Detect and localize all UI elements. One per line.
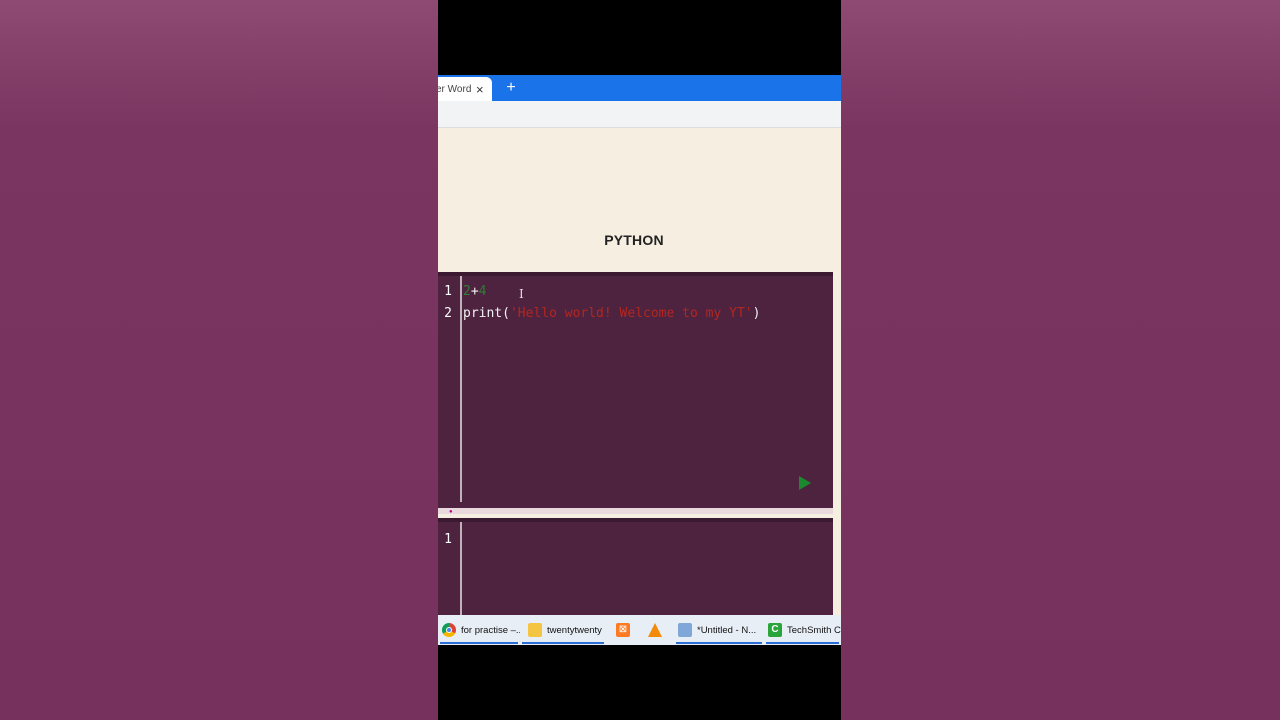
new-tab-button[interactable]: + (502, 77, 520, 99)
code-line[interactable]: 2+4 (463, 284, 486, 299)
taskbar-item-chrome[interactable]: for practise –... (438, 615, 520, 645)
video-frame: er Word! × + PYTHON 1 2 2+4 I print('Hel… (438, 0, 841, 720)
browser-tab[interactable]: er Word! × (438, 77, 492, 101)
line-number: 1 (444, 284, 452, 299)
code-function: print( (463, 306, 510, 321)
taskbar-label: TechSmith C (787, 624, 841, 636)
code-number: 4 (478, 284, 487, 299)
taskbar-label: twentytwenty (547, 624, 602, 636)
code-paren: ) (752, 306, 761, 321)
vlc-icon (648, 623, 662, 637)
code-number: 2 (463, 284, 471, 299)
camtasia-icon: C (768, 623, 782, 637)
taskbar-item-camtasia[interactable]: C TechSmith C (764, 615, 841, 645)
line-gutter: 1 2 (438, 276, 462, 502)
taskbar-item-folder[interactable]: twentytwenty (520, 615, 606, 645)
output-editor[interactable]: 1 (438, 518, 833, 622)
line-gutter: 1 (438, 522, 462, 616)
close-icon[interactable]: × (476, 83, 484, 96)
code-line[interactable]: print('Hello world! Welcome to my YT') (463, 306, 760, 321)
taskbar-label: for practise –... (461, 624, 520, 636)
handle-dot-icon: ● (449, 509, 453, 515)
xampp-icon: ⊠ (616, 623, 630, 637)
code-operator: + (470, 284, 479, 299)
taskbar-item-xampp[interactable]: ⊠ (606, 615, 640, 645)
chrome-icon (442, 623, 456, 637)
resize-handle[interactable]: ● (438, 508, 833, 515)
browser-tab-bar: er Word! × + (438, 75, 841, 101)
code-editor[interactable]: 1 2 2+4 I print('Hello world! Welcome to… (438, 272, 833, 508)
taskbar: for practise –... twentytwenty ⊠ *Untitl… (438, 615, 841, 645)
text-cursor-icon: I (519, 287, 524, 301)
page-content: PYTHON 1 2 2+4 I print('Hello world! Wel… (438, 128, 841, 622)
taskbar-label: *Untitled - N... (697, 624, 757, 636)
browser-toolbar (438, 101, 841, 128)
line-number: 1 (444, 532, 452, 547)
folder-icon (528, 623, 542, 637)
run-icon[interactable] (799, 476, 811, 490)
line-number: 2 (444, 306, 452, 321)
taskbar-item-notepad[interactable]: *Untitled - N... (674, 615, 764, 645)
page-title: PYTHON (604, 232, 664, 248)
code-string: 'Hello world! Welcome to my YT' (509, 306, 753, 321)
tab-title: er Word! (438, 83, 472, 95)
taskbar-item-vlc[interactable] (640, 615, 674, 645)
notepad-icon (678, 623, 692, 637)
